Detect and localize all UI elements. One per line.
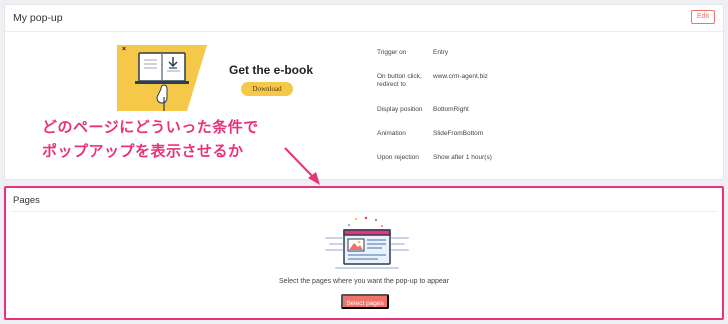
pages-card: Pages Select the pages where you want th… xyxy=(4,186,724,320)
download-button-preview: Download xyxy=(241,82,293,96)
ebook-banner-image xyxy=(117,45,207,111)
setting-label: Display position xyxy=(377,106,423,113)
setting-label: Animation xyxy=(377,130,406,137)
setting-value: www.crm-agent.biz xyxy=(433,73,488,80)
setting-label: Upon rejection xyxy=(377,154,419,161)
setting-value: Show after 1 hour(s) xyxy=(433,154,492,161)
popup-card-header: My pop-up Edit xyxy=(5,5,723,32)
pages-illustration-icon xyxy=(325,216,409,269)
ebook-heading: Get the e-book xyxy=(229,63,314,77)
setting-label: Trigger on xyxy=(377,49,407,56)
edit-button[interactable]: Edit xyxy=(691,10,715,24)
annotation-line-1: どのページにどういった条件で xyxy=(42,118,259,136)
divider xyxy=(12,211,716,212)
popup-preview: × Get the e-book Download xyxy=(117,45,313,111)
setting-value: Entry xyxy=(433,49,449,56)
setting-value: SlideFromBottom xyxy=(433,130,484,137)
setting-value: BottomRight xyxy=(433,106,469,113)
setting-label: On button click, redirect to xyxy=(377,73,422,88)
close-icon: × xyxy=(122,46,127,53)
popup-card-title: My pop-up xyxy=(13,12,63,24)
pages-help-text: Select the pages where you want the pop-… xyxy=(278,278,450,285)
annotation-line-2: ポップアップを表示させるか xyxy=(42,142,244,160)
pages-card-title: Pages xyxy=(13,195,40,206)
select-pages-button[interactable]: Select pages xyxy=(341,294,389,309)
